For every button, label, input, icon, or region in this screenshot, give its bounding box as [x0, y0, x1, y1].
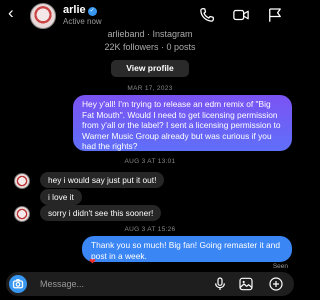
camera-icon: [12, 279, 24, 289]
incoming-message[interactable]: hey i would say just put it out!: [40, 172, 165, 188]
chat-header: ‹ arlie ✓ Active now: [0, 0, 300, 30]
outgoing-message[interactable]: Thank you so much! Big fan! Going remast…: [82, 236, 292, 262]
message-composer: [6, 272, 294, 296]
seen-indicator: Seen: [272, 263, 288, 270]
timestamp: AUG 3 AT 13:01: [124, 158, 176, 165]
heart-reaction-icon[interactable]: ❤: [89, 257, 96, 266]
timestamp: MAR 17, 2023: [127, 85, 173, 92]
avatar[interactable]: [14, 206, 30, 222]
profile-summary: arlieband · Instagram 22K followers · 0 …: [0, 28, 300, 52]
microphone-icon[interactable]: [212, 276, 228, 292]
avatar[interactable]: [30, 3, 56, 29]
camera-button[interactable]: [9, 275, 27, 293]
verified-badge-icon: ✓: [87, 7, 97, 16]
timestamp: AUG 3 AT 15:26: [124, 226, 176, 233]
incoming-message[interactable]: i love it: [40, 189, 82, 205]
back-chevron-icon[interactable]: ‹: [8, 3, 22, 23]
avatar[interactable]: [14, 173, 30, 189]
profile-stats: 22K followers · 0 posts: [104, 42, 196, 52]
contact-name[interactable]: arlie: [63, 4, 86, 16]
profile-handle: arlieband · Instagram: [107, 29, 193, 39]
active-status: Active now: [63, 17, 102, 26]
outgoing-message[interactable]: Hey y'all! I'm trying to release an edm …: [73, 95, 292, 151]
plus-circle-icon[interactable]: [268, 276, 284, 292]
incoming-message[interactable]: sorry i didn't see this sooner!: [40, 205, 162, 221]
flag-icon[interactable]: [266, 6, 284, 24]
message-input[interactable]: [40, 272, 180, 296]
phone-icon[interactable]: [198, 6, 216, 24]
video-camera-icon[interactable]: [232, 6, 250, 24]
contact-name-row[interactable]: arlie ✓: [63, 4, 97, 16]
image-icon[interactable]: [238, 276, 254, 292]
view-profile-button[interactable]: View profile: [111, 60, 189, 77]
